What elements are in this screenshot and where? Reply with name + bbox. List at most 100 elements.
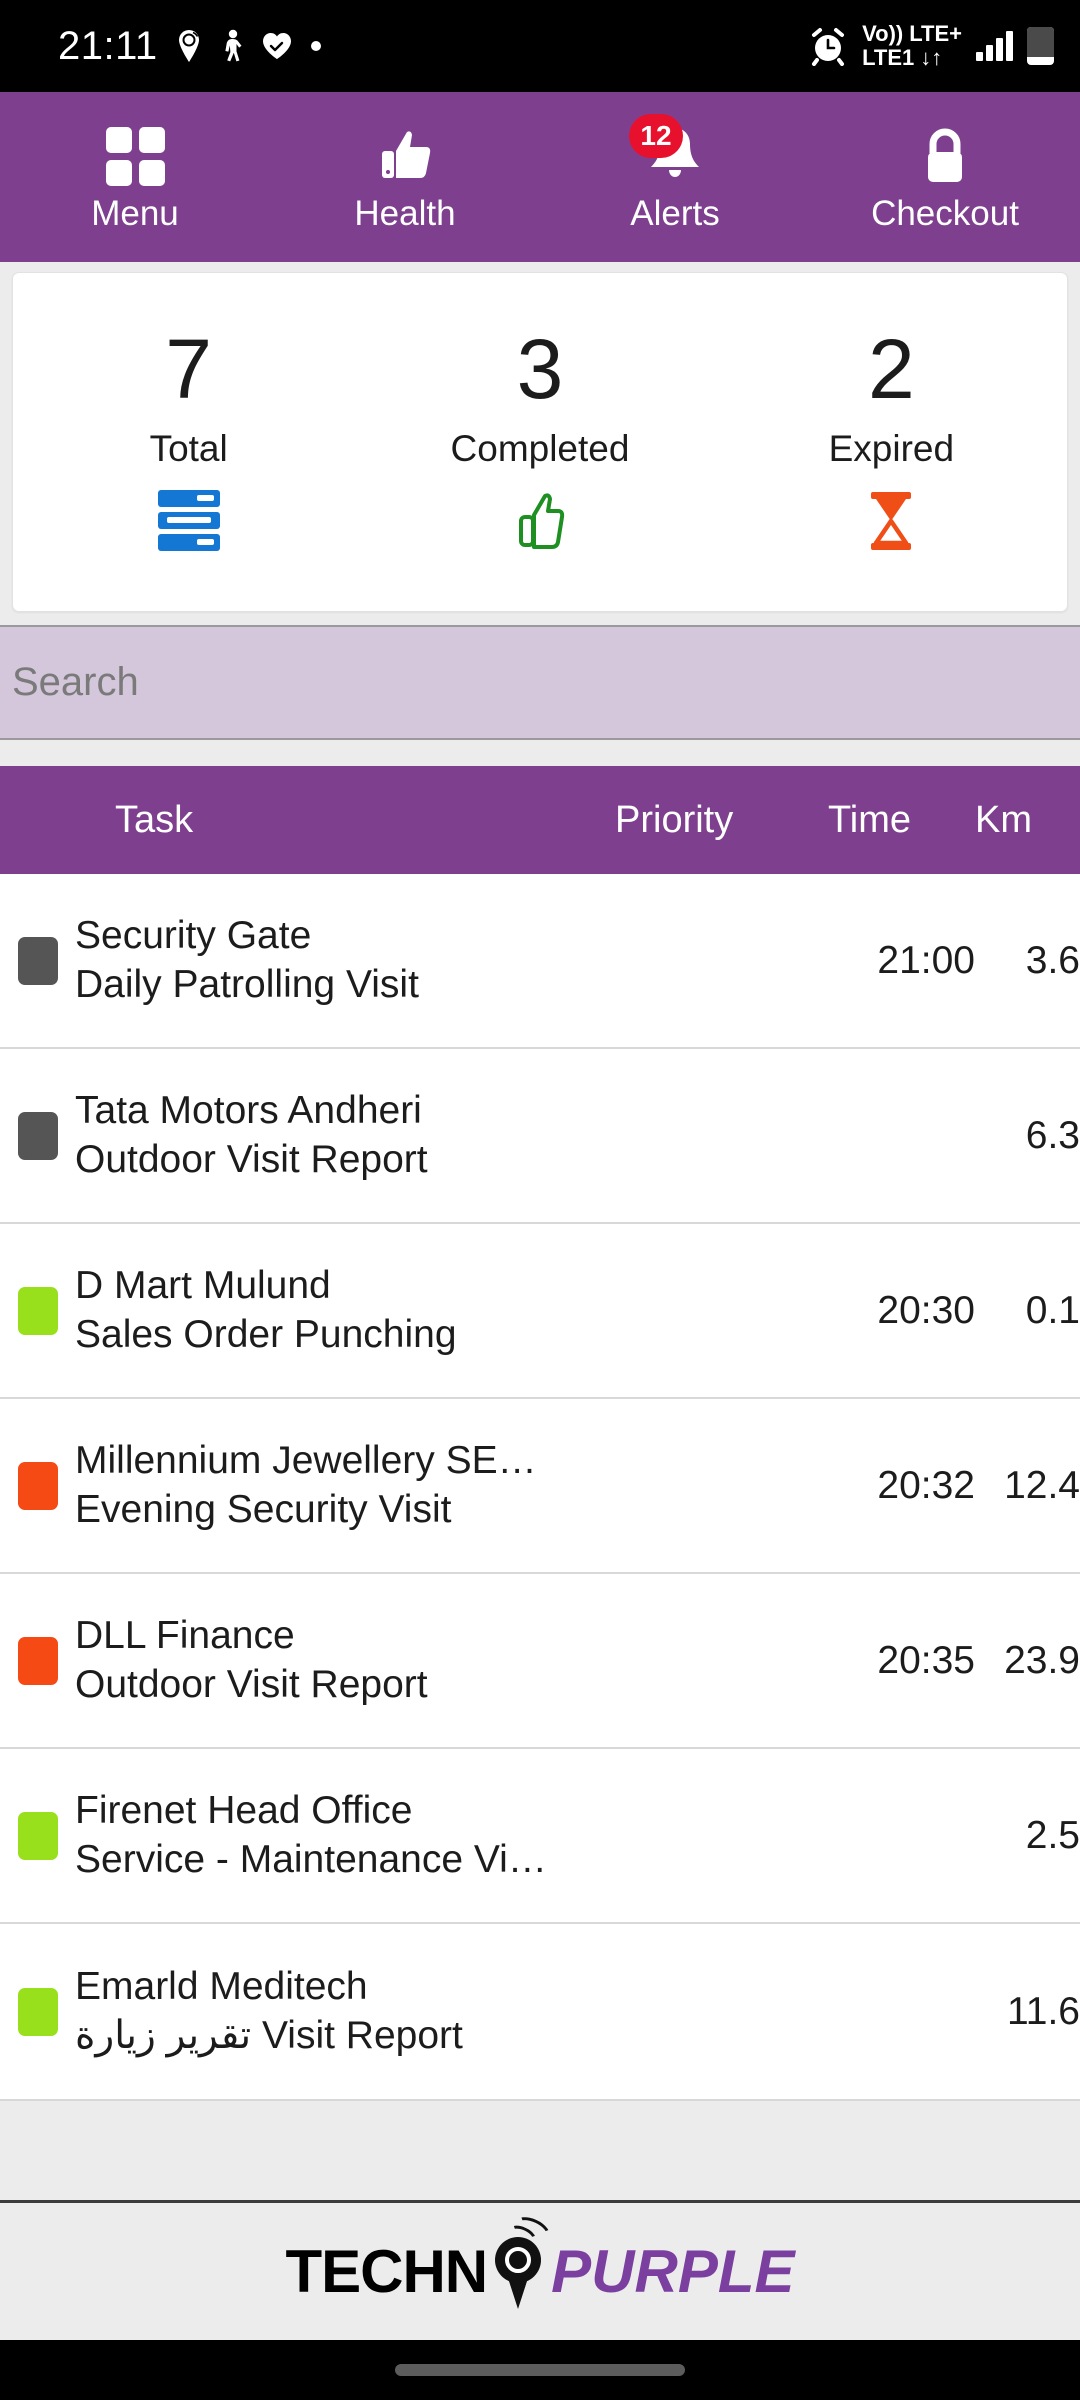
table-row[interactable]: DLL Finance Outdoor Visit Report 20:35 2… bbox=[0, 1574, 1080, 1749]
task-cell: Firenet Head Office Service - Maintenanc… bbox=[75, 1790, 615, 1881]
heart-check-icon bbox=[262, 32, 292, 60]
task-title: D Mart Mulund bbox=[75, 1263, 331, 1307]
task-time: 20:30 bbox=[877, 1288, 975, 1332]
stat-completed-value: 3 bbox=[516, 322, 564, 417]
task-cell: Security Gate Daily Patrolling Visit bbox=[75, 913, 615, 1006]
table-row[interactable]: D Mart Mulund Sales Order Punching 20:30… bbox=[0, 1224, 1080, 1399]
status-bar-left: 21:11 bbox=[58, 24, 322, 69]
task-subtitle: Outdoor Visit Report bbox=[75, 1137, 428, 1181]
task-title: DLL Finance bbox=[75, 1613, 295, 1657]
location-pin-icon bbox=[176, 29, 202, 63]
nav-icon-wrap-alerts: 12 bbox=[629, 113, 704, 190]
list-bottom-gap bbox=[0, 2099, 1080, 2200]
phone-screen: 21:11 Vo)) LTE+ LTE1 ↓↑ Menu Health 12 A… bbox=[0, 0, 1080, 2400]
stats-card: 7 Total 3 Completed 2 Expired bbox=[12, 272, 1068, 612]
priority-swatch bbox=[17, 1461, 58, 1510]
priority-indicator-cell bbox=[0, 1811, 75, 1860]
task-cell: D Mart Mulund Sales Order Punching bbox=[75, 1263, 615, 1356]
table-row[interactable]: Firenet Head Office Service - Maintenanc… bbox=[0, 1749, 1080, 1924]
priority-indicator-cell bbox=[0, 1286, 75, 1335]
volte-indicator: Vo)) LTE+ LTE1 ↓↑ bbox=[862, 23, 962, 69]
dot-icon bbox=[310, 40, 322, 52]
android-gesture-bar[interactable] bbox=[0, 2340, 1080, 2400]
task-time: 20:35 bbox=[877, 1638, 975, 1682]
priority-indicator-cell bbox=[0, 1111, 75, 1160]
top-navigation-bar: Menu Health 12 Alerts Checkout bbox=[0, 92, 1080, 262]
table-row[interactable]: Security Gate Daily Patrolling Visit 21:… bbox=[0, 874, 1080, 1049]
task-subtitle: Outdoor Visit Report bbox=[75, 1662, 428, 1706]
task-title: Millennium Jewellery SE… bbox=[75, 1438, 537, 1482]
task-subtitle: Daily Patrolling Visit bbox=[75, 962, 419, 1006]
priority-swatch bbox=[17, 1811, 58, 1860]
nav-label-health: Health bbox=[354, 193, 456, 233]
signal-bars-icon bbox=[976, 31, 1013, 61]
lte1-label: LTE1 bbox=[862, 45, 915, 70]
task-km: 0.1 bbox=[1025, 1288, 1080, 1332]
task-km: 2.5 bbox=[1025, 1813, 1080, 1857]
lte-plus-label: LTE+ bbox=[909, 21, 962, 46]
thumbs-up-icon bbox=[382, 130, 431, 178]
data-arrows-icon: ↓↑ bbox=[920, 45, 943, 70]
priority-indicator-cell bbox=[0, 936, 75, 985]
stat-expired[interactable]: 2 Expired bbox=[716, 273, 1067, 611]
alerts-badge: 12 bbox=[629, 113, 683, 158]
nav-item-menu[interactable]: Menu bbox=[0, 92, 270, 262]
pin-inner-ring bbox=[505, 2246, 532, 2273]
stat-total-label: Total bbox=[149, 427, 228, 469]
status-bar-right: Vo)) LTE+ LTE1 ↓↑ bbox=[808, 23, 1054, 69]
priority-swatch bbox=[17, 1636, 58, 1685]
task-km: 11.6 bbox=[1006, 1989, 1080, 2033]
task-km: 3.6 bbox=[1025, 938, 1080, 982]
nav-item-alerts[interactable]: 12 Alerts bbox=[540, 92, 810, 262]
stat-expired-label: Expired bbox=[828, 427, 955, 469]
table-header: Task Priority Time Km bbox=[0, 766, 1080, 874]
task-cell: DLL Finance Outdoor Visit Report bbox=[75, 1613, 615, 1706]
stat-total-value: 7 bbox=[165, 322, 213, 417]
stat-expired-value: 2 bbox=[867, 322, 915, 417]
list-icon bbox=[157, 490, 220, 552]
stat-completed[interactable]: 3 Completed bbox=[364, 273, 715, 611]
column-header-task[interactable]: Task bbox=[0, 799, 615, 842]
priority-swatch bbox=[17, 1987, 58, 2036]
priority-indicator-cell bbox=[0, 1987, 75, 2036]
volte-row-1: Vo)) LTE+ bbox=[862, 23, 962, 45]
stat-completed-icon-wrap bbox=[512, 488, 568, 554]
task-cell: Emarld Meditech تقرير زيارة Visit Report bbox=[75, 1966, 615, 2057]
volte-row-2: LTE1 ↓↑ bbox=[862, 47, 942, 69]
table-row[interactable]: Tata Motors Andheri Outdoor Visit Report… bbox=[0, 1049, 1080, 1224]
nav-label-checkout: Checkout bbox=[871, 193, 1019, 233]
column-header-time[interactable]: Time bbox=[828, 799, 975, 842]
search-input[interactable]: Search bbox=[0, 625, 1080, 740]
column-header-km[interactable]: Km bbox=[975, 799, 1080, 842]
stat-total-icon-wrap bbox=[157, 488, 220, 554]
search-placeholder: Search bbox=[12, 660, 139, 704]
logo-text-purple: PURPLE bbox=[551, 2238, 795, 2305]
nav-icon-wrap-checkout bbox=[917, 124, 973, 190]
nav-icon-wrap-health bbox=[374, 124, 436, 190]
priority-indicator-cell bbox=[0, 1636, 75, 1685]
grid-icon bbox=[105, 127, 165, 186]
volte-label: Vo)) bbox=[862, 21, 904, 46]
task-km: 6.3 bbox=[1025, 1113, 1080, 1157]
task-time: 20:32 bbox=[877, 1463, 975, 1507]
nav-item-health[interactable]: Health bbox=[270, 92, 540, 262]
logo-text-techn: TECHN bbox=[285, 2238, 488, 2305]
priority-swatch bbox=[17, 1111, 58, 1160]
table-row[interactable]: Emarld Meditech تقرير زيارة Visit Report… bbox=[0, 1924, 1080, 2099]
gesture-pill[interactable] bbox=[395, 2364, 685, 2376]
task-subtitle: Sales Order Punching bbox=[75, 1312, 457, 1356]
lock-icon bbox=[928, 128, 962, 182]
nav-icon-wrap-menu bbox=[105, 124, 165, 190]
nav-item-checkout[interactable]: Checkout bbox=[810, 92, 1080, 262]
task-subtitle: Evening Security Visit bbox=[75, 1487, 452, 1531]
task-subtitle: تقرير زيارة Visit Report bbox=[75, 2013, 463, 2057]
task-title: Security Gate bbox=[75, 913, 312, 957]
column-header-priority[interactable]: Priority bbox=[615, 799, 828, 842]
footer: TECHN PURPLE bbox=[0, 2200, 1080, 2340]
stat-total[interactable]: 7 Total bbox=[13, 273, 364, 611]
stats-card-wrapper: 7 Total 3 Completed 2 Expired bbox=[0, 262, 1080, 612]
priority-swatch bbox=[17, 1286, 58, 1335]
table-row[interactable]: Millennium Jewellery SE… Evening Securit… bbox=[0, 1399, 1080, 1574]
thumbs-up-icon bbox=[518, 493, 565, 549]
task-cell: Tata Motors Andheri Outdoor Visit Report bbox=[75, 1090, 615, 1181]
